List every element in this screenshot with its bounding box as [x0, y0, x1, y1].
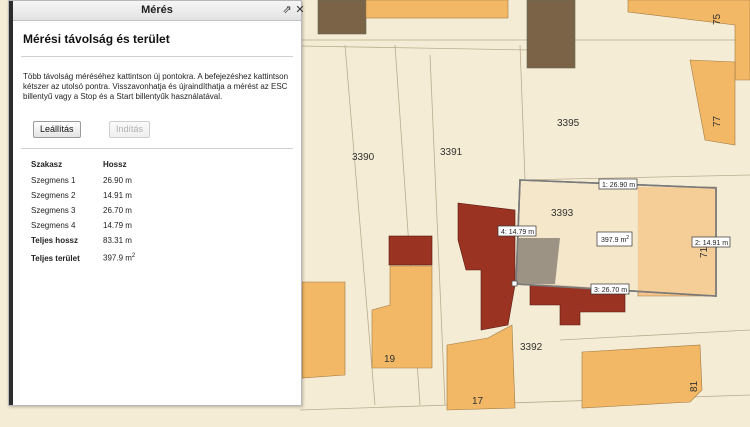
parcel-orange-top [365, 0, 509, 19]
segment-name: Szegmens 4 [31, 221, 76, 230]
table-row: Szegmens 2 14.91 m [31, 188, 135, 203]
total-area-row: Teljes terület 397.9 m2 [31, 248, 135, 268]
parcel-brown-top-right [526, 0, 576, 69]
total-length-value: 83.31 m [103, 236, 132, 245]
label-seg4-text: 4: 14.79 m [501, 229, 534, 236]
label-area-sup: 2 [626, 235, 629, 241]
parcel-label-17: 17 [472, 396, 484, 407]
parcel-label-3391: 3391 [440, 147, 463, 158]
stop-button[interactable]: Leállítás [33, 121, 81, 138]
label-seg2: 2: 14.91 m [691, 236, 731, 248]
measurement-panel: Mérés ⇗ ✕ Mérési távolság és terület Töb… [8, 0, 305, 406]
parcel-label-3390: 3390 [352, 152, 375, 163]
total-area-unit-sup: 2 [131, 253, 136, 260]
parcel-label-77: 77 [712, 115, 723, 127]
label-seg1: 1: 26.90 m [598, 178, 638, 190]
table-row: Szegmens 4 14.79 m [31, 218, 135, 233]
label-area-value: 397.9 m [601, 237, 626, 244]
segment-length: 14.79 m [103, 221, 132, 230]
parcel-label-3392: 3392 [520, 342, 543, 353]
results-table: Szakasz Hossz Szegmens 1 26.90 m Szegmen… [31, 155, 135, 268]
col-header-segment: Szakasz [31, 159, 63, 169]
collapse-icon[interactable]: ⇗ [281, 3, 293, 17]
panel-title: Mérés [141, 4, 173, 16]
parcel-orange-left [301, 281, 346, 379]
table-row: Szegmens 1 26.90 m [31, 173, 135, 188]
measurement-vertex[interactable] [511, 280, 518, 287]
label-seg2-text: 2: 14.91 m [695, 240, 728, 247]
total-area-value: 397.9 m [103, 253, 132, 263]
parcel-label-75: 75 [712, 13, 723, 25]
parcel-label-19: 19 [384, 354, 396, 365]
panel-left-bar [9, 1, 13, 405]
close-icon[interactable]: ✕ [294, 3, 306, 17]
segment-name: Szegmens 1 [31, 176, 76, 185]
parcel-label-3393: 3393 [551, 208, 574, 219]
label-seg1-text: 1: 26.90 m [602, 182, 635, 189]
label-seg4: 4: 14.79 m [497, 225, 537, 237]
total-area-label: Teljes terület [31, 253, 80, 263]
instructions-text: Több távolság méréséhez kattintson új po… [23, 72, 289, 101]
segment-name: Szegmens 2 [31, 191, 76, 200]
label-seg3-text: 3: 26.70 m [594, 287, 627, 294]
label-seg3: 3: 26.70 m [590, 283, 630, 295]
table-row: Szegmens 3 26.70 m [31, 203, 135, 218]
parcel-label-71: 71 [699, 246, 710, 258]
parcel-orange-81 [581, 344, 703, 409]
panel-body: Mérési távolság és terület Több távolság… [21, 20, 293, 405]
segment-length: 26.70 m [103, 206, 132, 215]
col-header-length: Hossz [103, 159, 127, 169]
parcel-red-small [388, 235, 433, 266]
parcel-brown-top-left [317, 0, 367, 35]
start-button[interactable]: Indítás [109, 121, 151, 138]
segment-length: 26.90 m [103, 176, 132, 185]
parcel-grey-inner [516, 238, 560, 284]
label-area: 397.9 m2 [596, 231, 633, 247]
divider [21, 56, 293, 57]
svg-text:397.9 m2: 397.9 m2 [601, 235, 629, 244]
table-header-row: Szakasz Hossz [31, 155, 135, 173]
segment-length: 14.91 m [103, 191, 132, 200]
segment-name: Szegmens 3 [31, 206, 76, 215]
panel-header[interactable]: Mérés ⇗ ✕ [13, 1, 305, 21]
total-length-label: Teljes hossz [31, 236, 78, 245]
parcel-label-3395: 3395 [557, 118, 580, 129]
total-length-row: Teljes hossz 83.31 m [31, 233, 135, 248]
total-area-cell: 397.9 m2 [103, 248, 135, 268]
parcel-label-81: 81 [689, 380, 700, 392]
panel-heading: Mérési távolság és terület [23, 32, 170, 46]
divider [21, 148, 293, 149]
